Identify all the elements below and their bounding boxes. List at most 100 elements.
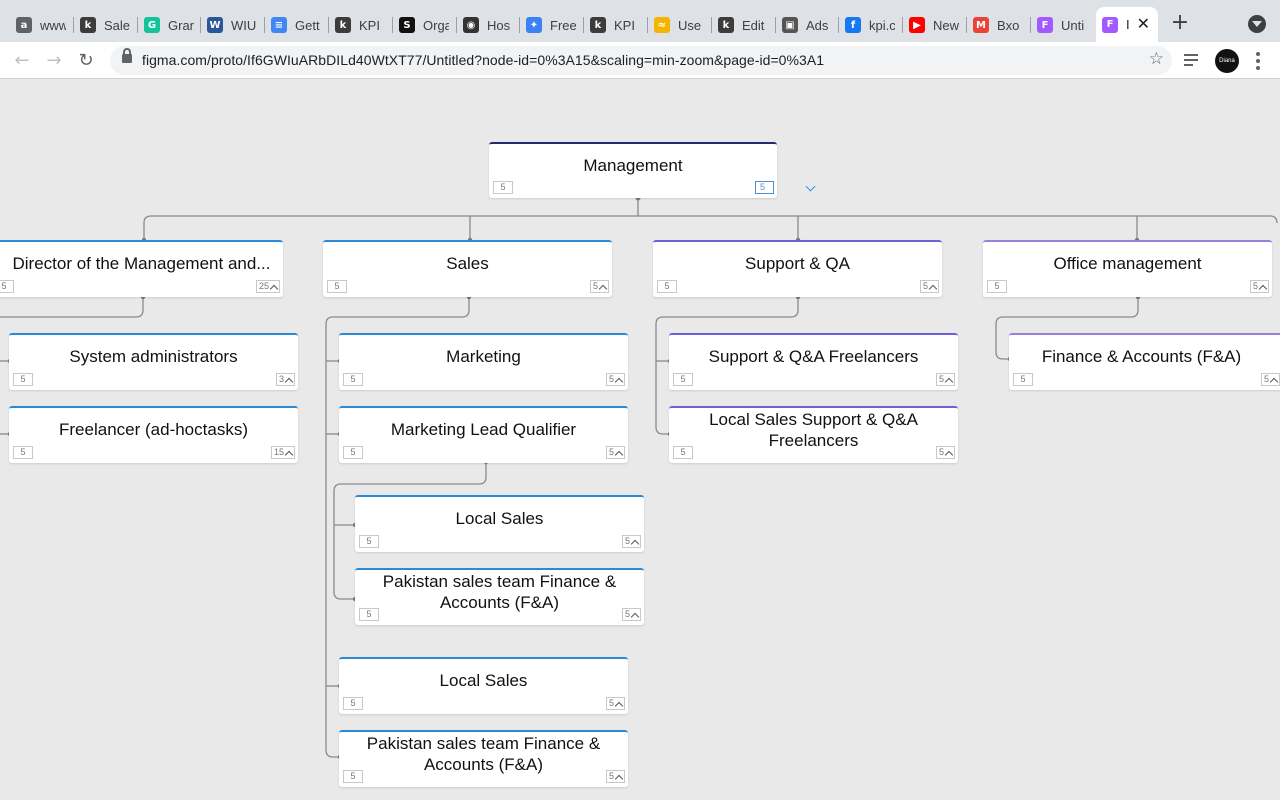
node-system-administrators[interactable]: System administrators 5 3 <box>9 333 298 390</box>
node-label: Management <box>583 155 683 175</box>
node-local-sales[interactable]: Local Sales 5 5 <box>339 657 628 714</box>
tab-separator <box>328 17 329 33</box>
url-text[interactable]: figma.com/proto/If6GWIuARbDILd40WtXT77/U… <box>142 52 824 68</box>
chevron-up-icon[interactable] <box>1270 376 1278 384</box>
member-count-badge: 5 <box>673 446 693 459</box>
tab-separator <box>711 17 712 33</box>
tab-15[interactable]: M Bxo <box>967 8 1031 42</box>
chevron-up-icon[interactable] <box>631 538 639 546</box>
tab-separator <box>264 17 265 33</box>
ads-icon: ▣ <box>782 17 798 33</box>
tab-5[interactable]: k KPI <box>329 8 393 42</box>
subordinate-count-badge[interactable]: 5 <box>605 446 625 459</box>
back-button[interactable]: ← <box>10 49 34 73</box>
tab-8[interactable]: ✦ Free <box>520 8 584 42</box>
node-local-sales[interactable]: Local Sales 5 5 <box>355 495 644 552</box>
reload-button[interactable]: ↻ <box>74 49 98 73</box>
subordinate-count-badge[interactable]: 15 <box>270 446 295 459</box>
chevron-down-icon[interactable] <box>806 183 816 193</box>
subordinate-count-badge[interactable]: 5 <box>1249 280 1269 293</box>
subordinate-count-badge[interactable]: 5 <box>605 770 625 783</box>
tab-4[interactable]: ≡ Gett <box>265 8 329 42</box>
node-support-qa[interactable]: Support & QA 5 5 <box>653 240 942 297</box>
tab-10[interactable]: ≈ Use <box>648 8 712 42</box>
node-office-management[interactable]: Office management 5 5 <box>983 240 1272 297</box>
tab-title: Ads <box>806 17 829 33</box>
tab-13[interactable]: f kpi.c <box>839 8 903 42</box>
chevron-up-icon[interactable] <box>1259 283 1267 291</box>
tab-active[interactable]: F I ✕ <box>1096 7 1158 42</box>
tab-12[interactable]: ▣ Ads <box>776 8 840 42</box>
subordinate-count-badge[interactable]: 5 <box>919 280 939 293</box>
subordinate-count-badge[interactable]: 5 <box>935 373 955 386</box>
tab-14[interactable]: ▶ New <box>903 8 967 42</box>
node-freelancer[interactable]: Freelancer (ad-hoctasks) 5 15 <box>9 406 298 463</box>
tab-separator <box>392 17 393 33</box>
chevron-up-icon[interactable] <box>631 611 639 619</box>
facebook-icon: f <box>845 17 861 33</box>
node-marketing-lead-qualifier[interactable]: Marketing Lead Qualifier 5 5 <box>339 406 628 463</box>
tab-1[interactable]: k Sale <box>74 8 138 42</box>
subordinate-count-badge[interactable]: 5 <box>935 446 955 459</box>
node-management[interactable]: Management 5 5 <box>489 142 777 198</box>
avatar[interactable]: Diana <box>1215 49 1239 73</box>
tab-11[interactable]: k Edit <box>712 8 776 42</box>
chevron-up-icon[interactable] <box>270 283 278 291</box>
tab-search-icon[interactable] <box>1248 15 1266 33</box>
tab-16[interactable]: F Unti <box>1031 8 1095 42</box>
github-icon: ◉ <box>463 17 479 33</box>
node-finance-accounts[interactable]: Finance & Accounts (F&A) 5 5 <box>1009 333 1280 390</box>
kebab-menu-icon[interactable] <box>1256 52 1260 70</box>
chevron-up-icon[interactable] <box>945 449 953 457</box>
tab-3[interactable]: W WIU <box>201 8 265 42</box>
bookmark-star-icon[interactable]: ☆ <box>1149 49 1164 69</box>
subordinate-count-badge[interactable]: 5 <box>605 697 625 710</box>
prototype-canvas[interactable]: Management 5 5 Director of the Managemen… <box>0 80 1280 800</box>
tab-6[interactable]: S Orga <box>393 8 457 42</box>
new-tab-button[interactable]: + <box>1168 12 1192 36</box>
tab-2[interactable]: G Gran <box>138 8 202 42</box>
address-bar[interactable]: figma.com/proto/If6GWIuARbDILd40WtXT77/U… <box>110 46 1172 75</box>
node-pakistan-sales-team[interactable]: Pakistan sales team Finance & Accounts (… <box>339 730 628 787</box>
browser-toolbar: ← → ↻ figma.com/proto/If6GWIuARbDILd40Wt… <box>0 42 1280 79</box>
chevron-up-icon[interactable] <box>615 700 623 708</box>
subordinate-count-badge[interactable]: 5 <box>754 181 774 194</box>
chevron-up-icon[interactable] <box>929 283 937 291</box>
member-count-badge: 5 <box>343 697 363 710</box>
member-count-badge: 5 <box>327 280 347 293</box>
close-icon[interactable]: ✕ <box>1137 15 1150 33</box>
subordinate-count-badge[interactable]: 5 <box>605 373 625 386</box>
chevron-up-icon[interactable] <box>615 773 623 781</box>
chevron-up-icon[interactable] <box>285 376 293 384</box>
node-support-qa-freelancers[interactable]: Support & Q&A Freelancers 5 5 <box>669 333 958 390</box>
subordinate-count-badge[interactable]: 5 <box>589 280 609 293</box>
subordinate-count-badge[interactable]: 5 <box>1260 373 1280 386</box>
tab-title: KPI <box>359 17 380 33</box>
tab-9[interactable]: k KPI <box>584 8 648 42</box>
subordinate-count: 25 <box>258 281 269 291</box>
lock-icon[interactable] <box>122 48 132 63</box>
subordinate-count-badge[interactable]: 5 <box>621 608 641 621</box>
member-count-badge: 5 <box>0 280 14 293</box>
subordinate-count-badge[interactable]: 5 <box>621 535 641 548</box>
node-local-sales-support[interactable]: Local Sales Support & Q&A Freelancers 5 … <box>669 406 958 463</box>
node-director[interactable]: Director of the Management and... 5 25 <box>0 240 283 297</box>
tab-title: Unti <box>1061 17 1085 33</box>
subordinate-count: 5 <box>1252 281 1258 291</box>
node-marketing[interactable]: Marketing 5 5 <box>339 333 628 390</box>
subordinate-count-badge[interactable]: 3 <box>275 373 295 386</box>
media-control-icon[interactable] <box>1184 52 1202 70</box>
tab-0[interactable]: a www <box>10 8 74 42</box>
node-label: Marketing <box>446 347 521 366</box>
chevron-up-icon[interactable] <box>615 449 623 457</box>
tab-7[interactable]: ◉ Hos <box>457 8 521 42</box>
chevron-up-icon[interactable] <box>285 449 293 457</box>
subordinate-count-badge[interactable]: 25 <box>255 280 280 293</box>
node-sales[interactable]: Sales 5 5 <box>323 240 612 297</box>
forward-button[interactable]: → <box>42 49 66 73</box>
member-count-badge: 5 <box>987 280 1007 293</box>
chevron-up-icon[interactable] <box>945 376 953 384</box>
node-pakistan-sales-team[interactable]: Pakistan sales team Finance & Accounts (… <box>355 568 644 625</box>
chevron-up-icon[interactable] <box>615 376 623 384</box>
chevron-up-icon[interactable] <box>599 283 607 291</box>
